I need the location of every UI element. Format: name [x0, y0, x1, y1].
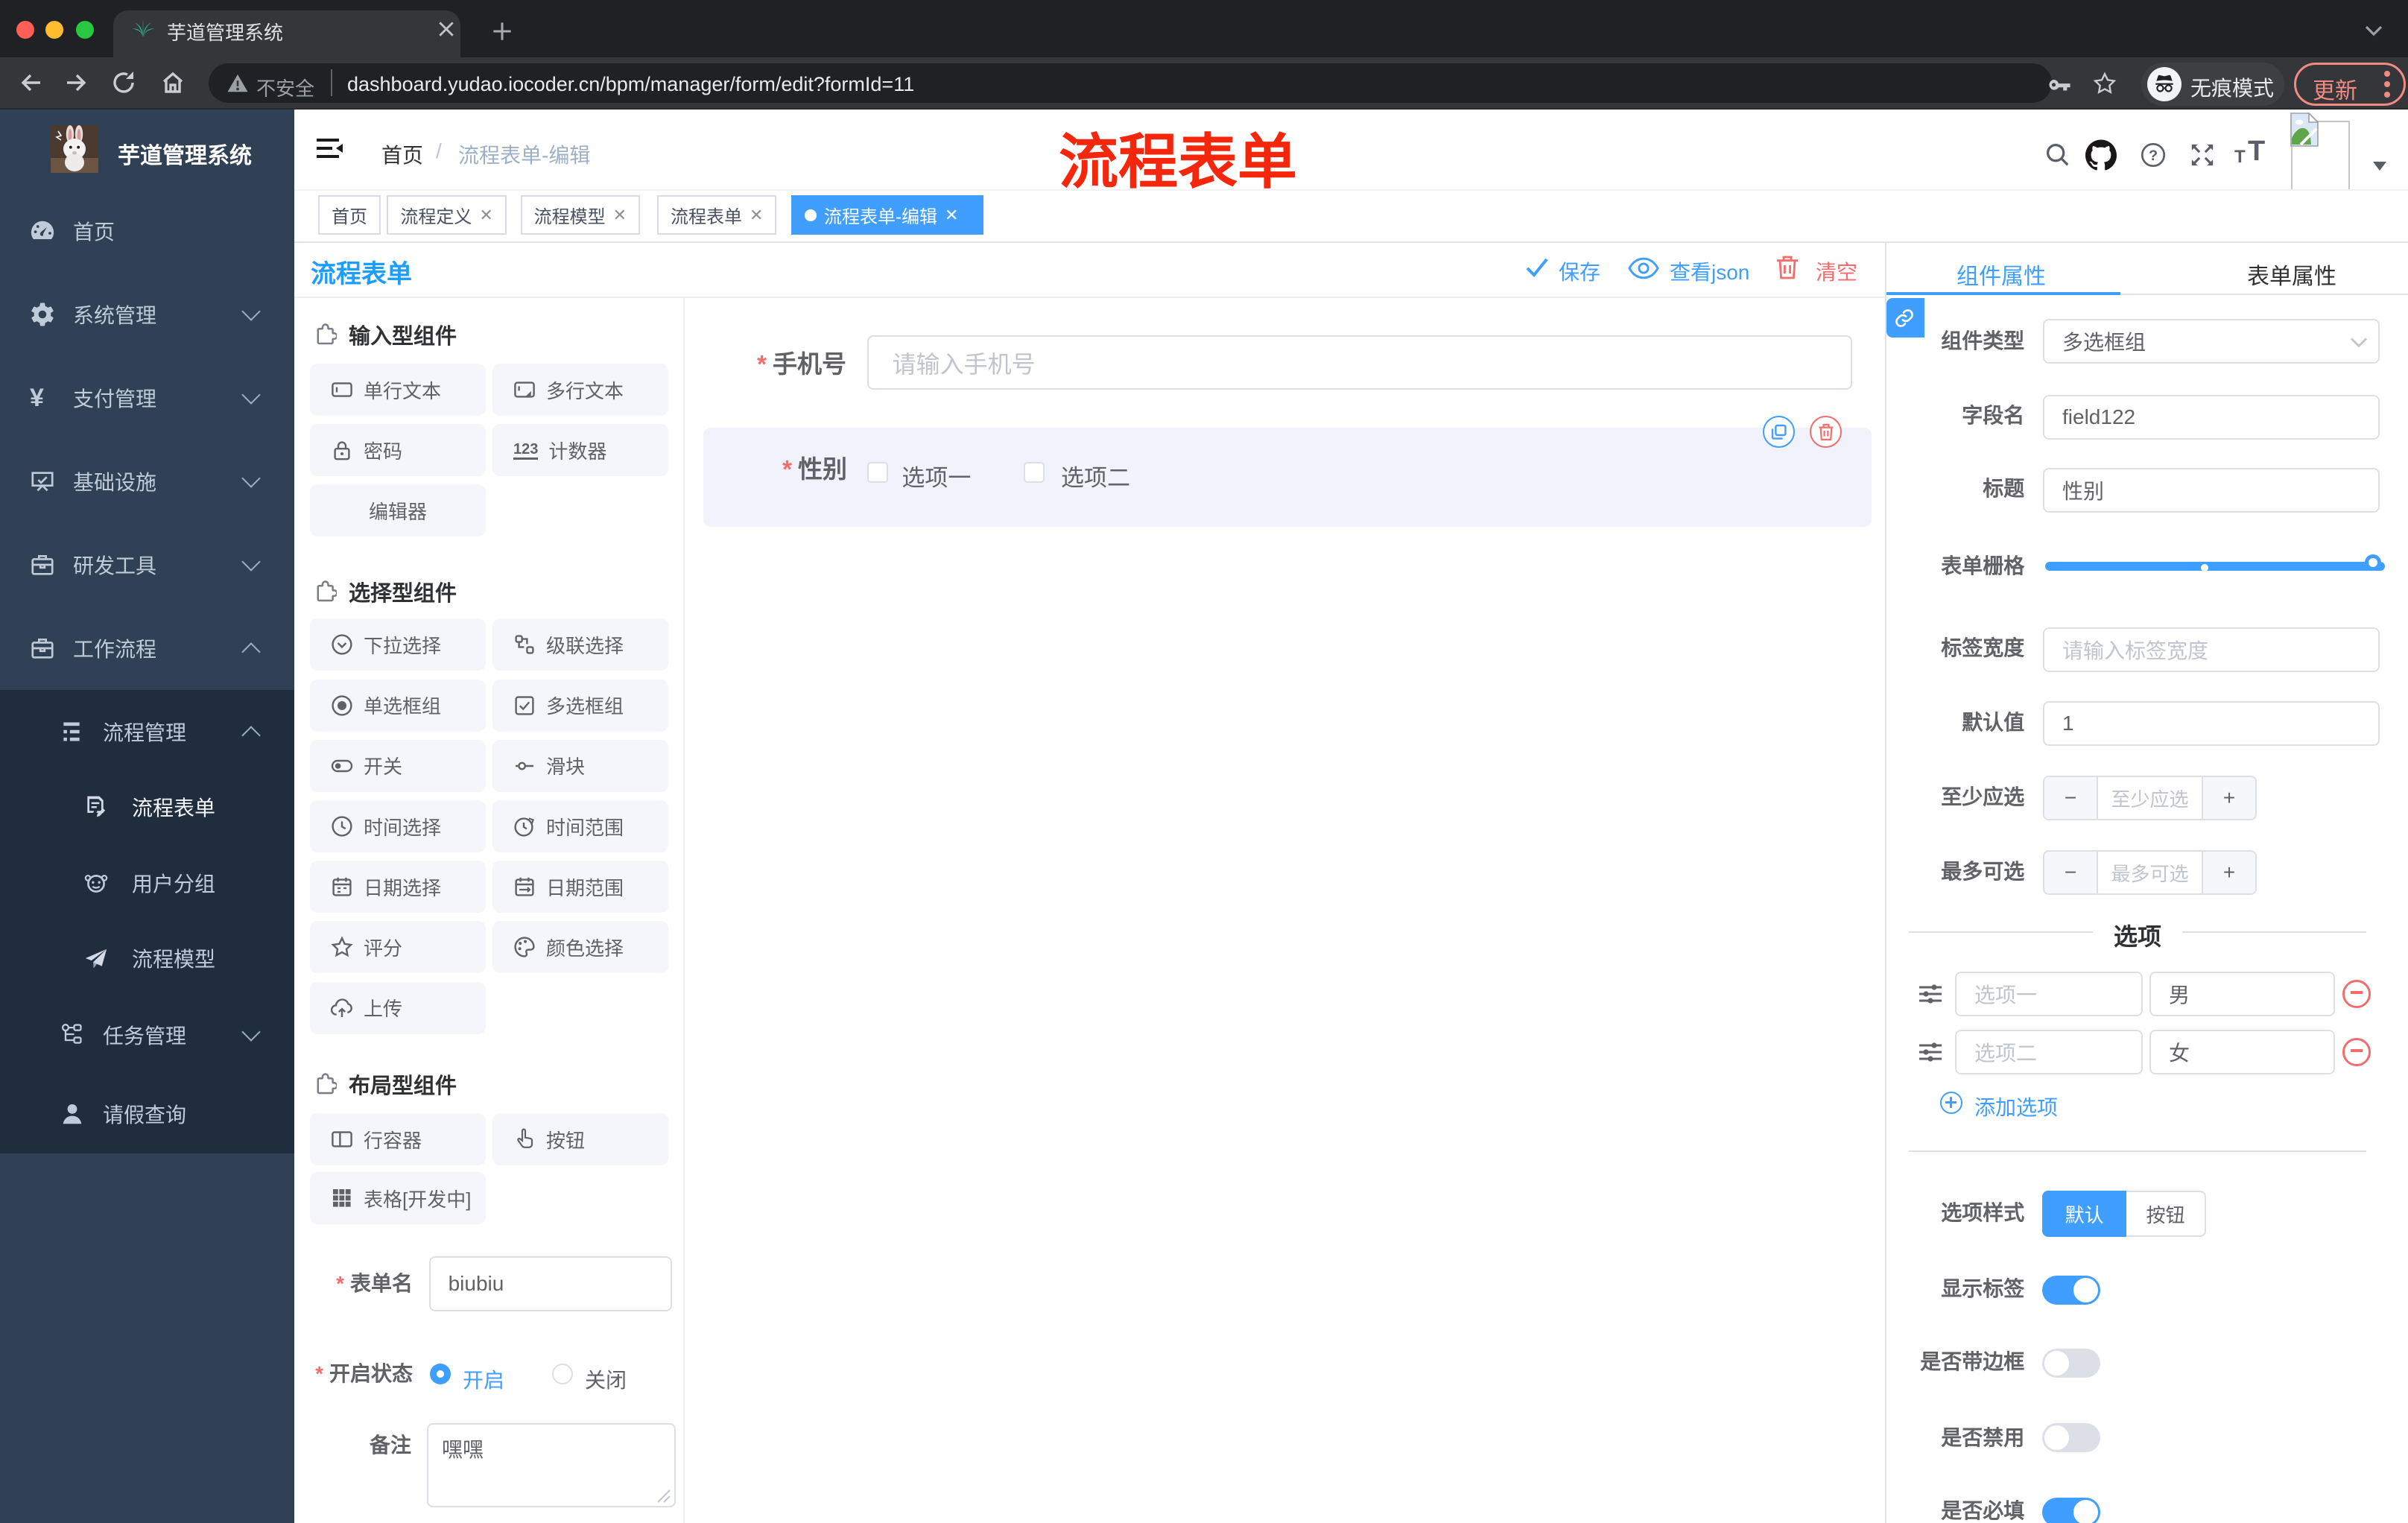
- svg-text:?: ?: [2149, 148, 2158, 164]
